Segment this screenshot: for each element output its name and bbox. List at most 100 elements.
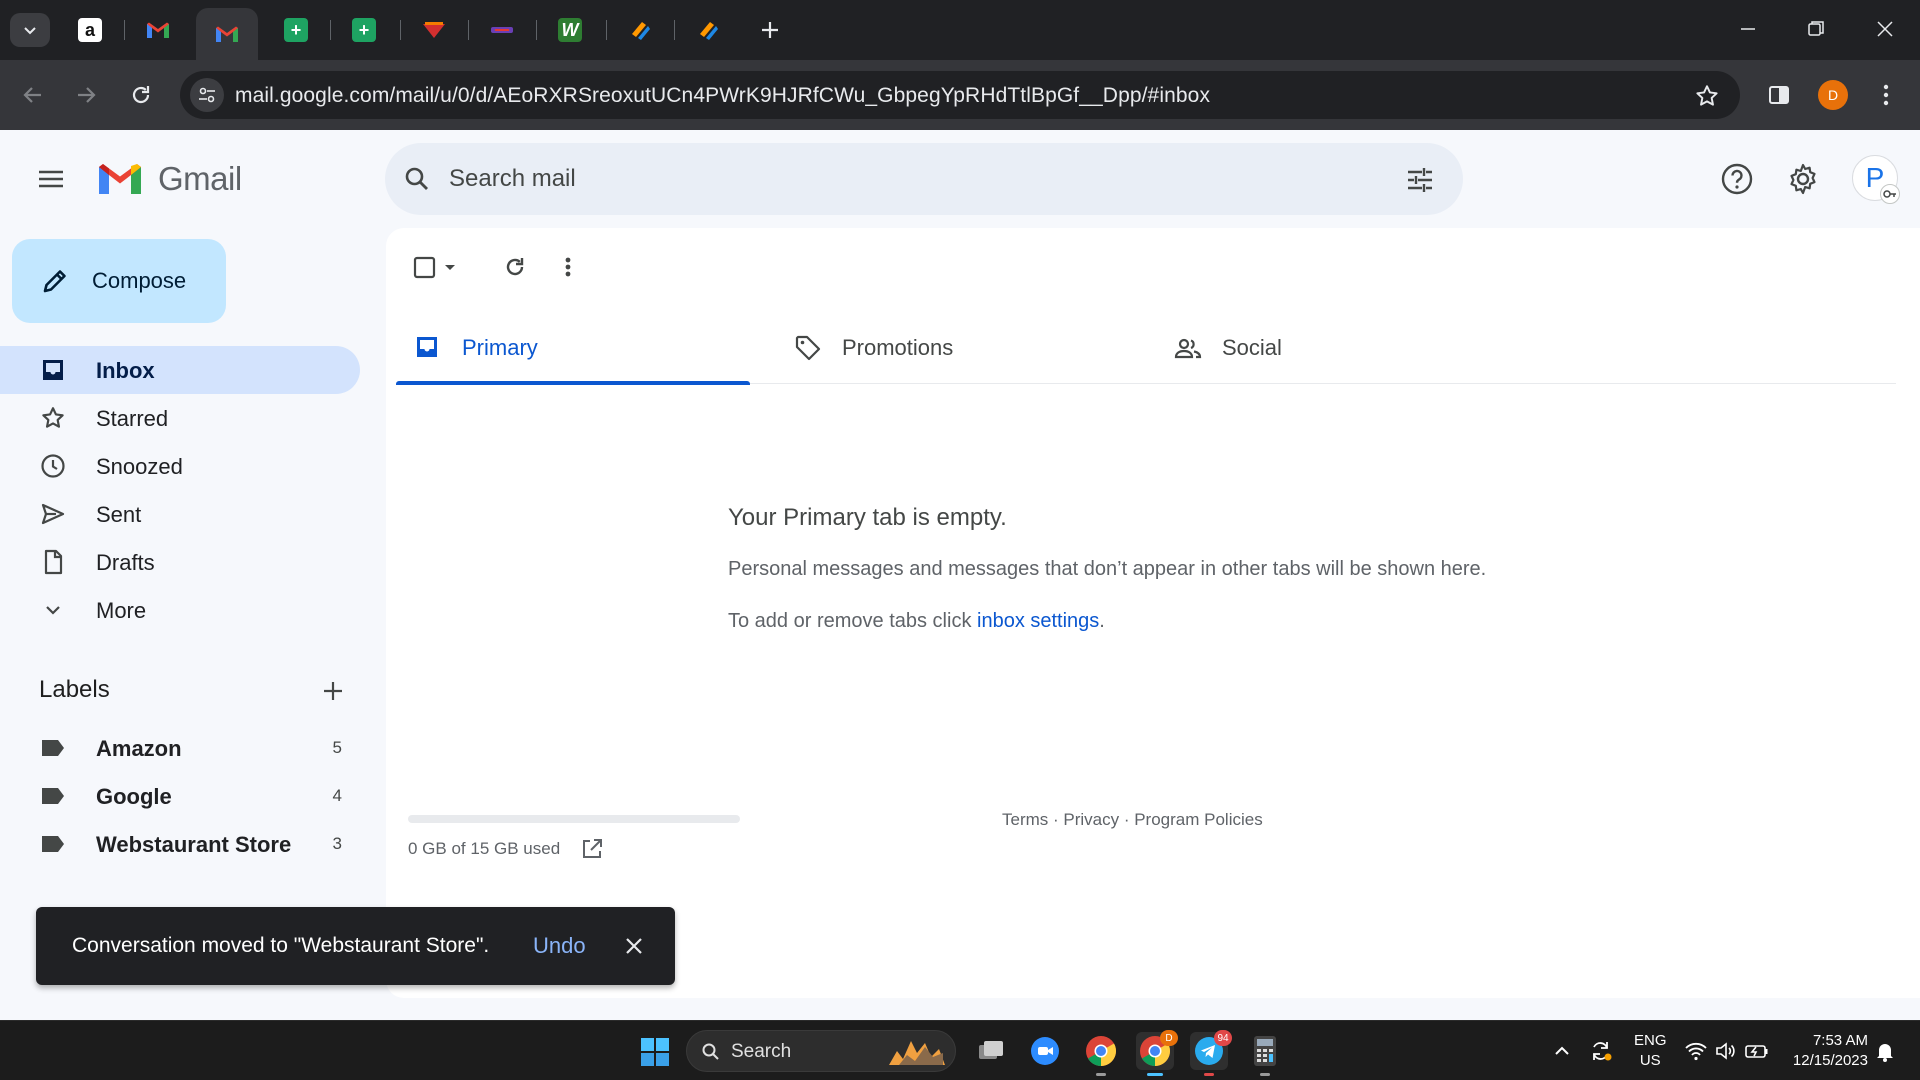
chrome-menu-button[interactable] bbox=[1876, 82, 1896, 108]
footer-links[interactable]: Terms · Privacy · Program Policies bbox=[1002, 810, 1263, 830]
manage-storage-link[interactable] bbox=[580, 837, 604, 861]
taskbar-search-box[interactable]: Search bbox=[686, 1030, 956, 1072]
tab-app-orange[interactable] bbox=[678, 10, 738, 50]
tab-sheets[interactable]: + bbox=[334, 10, 394, 50]
sidebar-item-sent[interactable]: Sent bbox=[0, 490, 360, 538]
label-item-amazon[interactable]: Amazon 5 bbox=[0, 724, 360, 772]
bell-icon bbox=[1877, 1044, 1893, 1062]
tab-separator bbox=[330, 20, 331, 40]
network-tray-icon[interactable] bbox=[1684, 1039, 1708, 1063]
label-name: Google bbox=[96, 784, 172, 809]
tab-gmail[interactable] bbox=[128, 10, 188, 50]
dismiss-toast-button[interactable] bbox=[623, 935, 645, 957]
sidebar-item-label: Inbox bbox=[96, 358, 155, 383]
compose-button[interactable]: Compose bbox=[12, 239, 226, 323]
battery-tray-icon[interactable] bbox=[1744, 1039, 1770, 1063]
inbox-settings-link[interactable]: inbox settings bbox=[977, 610, 1099, 632]
refresh-button[interactable] bbox=[500, 252, 530, 282]
taskbar-telegram[interactable]: 94 bbox=[1190, 1030, 1232, 1076]
tab-w-app[interactable]: W bbox=[540, 10, 600, 50]
chevron-up-icon bbox=[1555, 1046, 1569, 1055]
tab-gmail-active[interactable] bbox=[196, 8, 258, 60]
tab-amazon[interactable]: a bbox=[60, 10, 120, 50]
taskbar-zoom[interactable] bbox=[1026, 1032, 1064, 1070]
taskbar-calculator[interactable] bbox=[1246, 1032, 1284, 1076]
tab-app-orange[interactable] bbox=[610, 10, 670, 50]
main-menu-button[interactable] bbox=[36, 164, 66, 194]
address-bar[interactable]: mail.google.com/mail/u/0/d/AEoRXRSreoxut… bbox=[180, 71, 1740, 119]
tab-label: Promotions bbox=[842, 335, 954, 360]
more-options-button[interactable] bbox=[558, 252, 578, 282]
task-view-button[interactable] bbox=[972, 1032, 1010, 1070]
system-clock[interactable]: 7:53 AM 12/15/2023 bbox=[1784, 1031, 1868, 1071]
taskbar-chrome-profile[interactable]: D bbox=[1136, 1030, 1178, 1076]
sync-tray-icon[interactable] bbox=[1588, 1039, 1614, 1063]
url-text[interactable]: mail.google.com/mail/u/0/d/AEoRXRSreoxut… bbox=[235, 84, 1210, 108]
side-panel-button[interactable] bbox=[1766, 82, 1792, 108]
taskbar-chrome[interactable] bbox=[1082, 1032, 1120, 1076]
start-button[interactable] bbox=[640, 1037, 670, 1067]
tab-search-button[interactable] bbox=[10, 13, 50, 47]
reload-button[interactable] bbox=[128, 82, 154, 108]
close-window-button[interactable] bbox=[1873, 14, 1897, 44]
label-item-google[interactable]: Google 4 bbox=[0, 772, 360, 820]
sidebar-item-drafts[interactable]: Drafts bbox=[0, 538, 360, 586]
show-hidden-icons-button[interactable] bbox=[1552, 1039, 1572, 1063]
volume-tray-icon[interactable] bbox=[1714, 1039, 1738, 1063]
gmail-logo[interactable] bbox=[96, 160, 144, 198]
sidebar-item-inbox[interactable]: Inbox bbox=[0, 346, 360, 394]
profile-initial: D bbox=[1827, 87, 1839, 103]
sidebar-item-label: Starred bbox=[96, 406, 169, 431]
search-input[interactable] bbox=[449, 159, 1349, 199]
tab-primary[interactable]: Primary bbox=[396, 308, 750, 385]
back-button[interactable] bbox=[20, 82, 46, 108]
profile-avatar[interactable]: D bbox=[1818, 80, 1848, 110]
windows-logo-icon bbox=[641, 1038, 669, 1066]
settings-button[interactable] bbox=[1786, 162, 1820, 196]
inbox-category-tabs: Primary Promotions Social bbox=[396, 308, 1896, 385]
minimize-button[interactable] bbox=[1736, 14, 1760, 44]
select-checkbox[interactable] bbox=[412, 252, 458, 282]
wifi-icon bbox=[1685, 1042, 1707, 1061]
site-info-button[interactable] bbox=[190, 78, 224, 112]
restore-button[interactable] bbox=[1804, 14, 1828, 44]
hamburger-icon bbox=[39, 170, 63, 188]
forward-button[interactable] bbox=[73, 82, 99, 108]
send-icon bbox=[41, 503, 65, 525]
chevron-down-icon bbox=[46, 606, 60, 615]
running-indicator bbox=[1260, 1073, 1270, 1076]
label-name: Webstaurant Store bbox=[96, 832, 292, 857]
empty-state-title: Your Primary tab is empty. bbox=[728, 504, 1007, 531]
battery-icon bbox=[1745, 1045, 1768, 1058]
support-button[interactable] bbox=[1720, 162, 1754, 196]
search-options-icon[interactable] bbox=[1405, 165, 1435, 195]
search-icon[interactable] bbox=[403, 165, 431, 193]
tab-app-purple[interactable] bbox=[472, 10, 532, 50]
sidebar-item-more[interactable]: More bbox=[0, 586, 360, 634]
search-icon bbox=[702, 1043, 719, 1060]
bookmark-button[interactable] bbox=[1694, 83, 1720, 109]
label-item-webstaurant-store[interactable]: Webstaurant Store 3 bbox=[0, 820, 360, 868]
inbox-icon bbox=[417, 337, 437, 357]
draft-icon bbox=[44, 549, 63, 575]
create-label-button[interactable] bbox=[320, 678, 346, 704]
sidebar-item-label: Sent bbox=[96, 502, 142, 527]
calculator-icon bbox=[1254, 1036, 1276, 1066]
star-icon bbox=[42, 407, 64, 428]
new-tab-button[interactable] bbox=[756, 16, 784, 44]
label-count: 3 bbox=[332, 834, 342, 853]
plus-icon bbox=[324, 682, 342, 700]
tab-promotions[interactable]: Promotions bbox=[776, 308, 1130, 384]
tab-sheets[interactable]: + bbox=[266, 10, 326, 50]
undo-button[interactable]: Undo bbox=[533, 933, 586, 959]
region-code: US bbox=[1639, 1052, 1661, 1069]
search-bar[interactable] bbox=[385, 143, 1463, 215]
tab-social[interactable]: Social bbox=[1156, 308, 1510, 384]
notification-center-button[interactable] bbox=[1874, 1039, 1896, 1063]
input-language-indicator[interactable]: ENG US bbox=[1634, 1031, 1667, 1071]
tab-app-red[interactable] bbox=[404, 10, 464, 50]
toast-notification: Conversation moved to "Webstaurant Store… bbox=[36, 907, 675, 985]
sidebar-item-snoozed[interactable]: Snoozed bbox=[0, 442, 360, 490]
sidebar-item-starred[interactable]: Starred bbox=[0, 394, 360, 442]
tab-separator bbox=[468, 20, 469, 40]
